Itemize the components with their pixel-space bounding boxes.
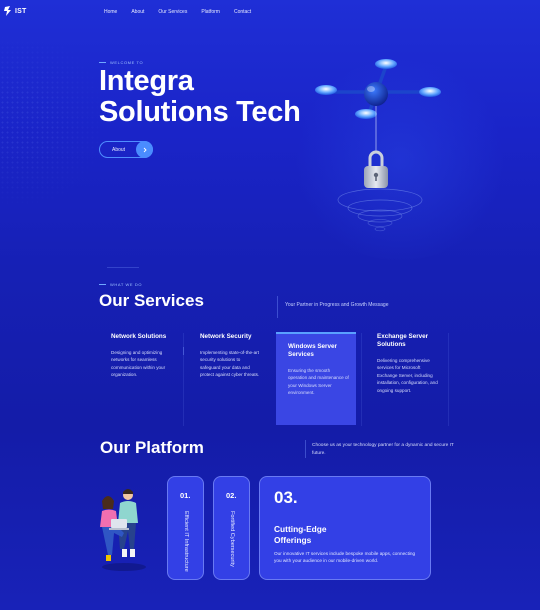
services-eyebrow-text: WHAT WE DO xyxy=(110,282,143,287)
service-title: Network Security xyxy=(200,333,252,340)
arrow-right-icon xyxy=(136,141,153,158)
hero-title-line2: Solutions Tech xyxy=(99,96,301,128)
platform-description: Choose us as your technology partner for… xyxy=(312,443,454,456)
card-label: Efficient IT Infrastructure xyxy=(183,511,189,572)
hero-title-line1: Integra xyxy=(99,65,194,97)
nav-platform[interactable]: Platform xyxy=(201,9,220,15)
service-card-exchange-server[interactable]: Exchange Server Solutions Delivering com… xyxy=(377,333,441,394)
service-text: Ensuring the smooth operation and mainte… xyxy=(288,368,349,396)
page: IST Home About Our Services Platform Con… xyxy=(0,0,540,610)
card-title-line1: Cutting-Edge xyxy=(274,524,327,534)
platform-card-cybersecurity[interactable]: 02. Fortified Cybersecurity xyxy=(213,476,250,580)
card-text: Our innovative IT services include bespo… xyxy=(274,551,416,564)
services-eyebrow: WHAT WE DO xyxy=(99,282,142,287)
platform-divider xyxy=(305,440,306,458)
card-label: Fortified Cybersecurity xyxy=(229,511,235,567)
service-card-windows-server[interactable]: Windows Server Services Ensuring the smo… xyxy=(288,343,350,397)
eyebrow-line xyxy=(99,62,106,63)
services-tagline: Your Partner in Progress and Growth Mess… xyxy=(285,302,389,308)
service-text: Implementing state-of-the-art security s… xyxy=(200,350,260,378)
platform-card-infrastructure[interactable]: 01. Efficient IT Infrastructure xyxy=(167,476,204,580)
service-card-network-solutions[interactable]: Network Solutions Designing and optimizi… xyxy=(111,333,176,379)
card-title-line2: Offerings xyxy=(274,535,312,545)
card-number: 01. xyxy=(180,491,191,500)
service-title: Windows Server Services xyxy=(288,343,337,358)
tagline-divider xyxy=(277,296,278,318)
drone-padlock-illustration xyxy=(315,59,441,232)
services-title: Our Services xyxy=(99,291,204,310)
logo-icon xyxy=(4,6,11,16)
about-button[interactable]: About xyxy=(99,141,153,158)
about-button-label: About xyxy=(112,146,126,153)
nav-contact[interactable]: Contact xyxy=(234,9,251,15)
card-number: 03. xyxy=(274,488,298,507)
section-divider xyxy=(107,267,139,268)
nav-our-services[interactable]: Our Services xyxy=(158,9,187,15)
people-with-laptop-illustration xyxy=(100,489,146,571)
nav-about[interactable]: About xyxy=(131,9,144,15)
service-text: Delivering comprehensive services for Mi… xyxy=(377,358,438,393)
service-text: Designing and optimizing networks for se… xyxy=(111,350,166,378)
platform-title: Our Platform xyxy=(100,438,204,457)
card-number: 02. xyxy=(226,491,237,500)
hero-title: Integra Solutions Tech xyxy=(99,66,301,128)
nav-home[interactable]: Home xyxy=(104,9,117,15)
eyebrow-line xyxy=(99,284,106,285)
dot-pattern xyxy=(0,20,100,220)
service-title: Network Solutions xyxy=(111,333,167,340)
brand-logo[interactable]: IST xyxy=(4,6,27,16)
platform-card-offerings[interactable]: 03. Cutting-Edge Offerings Our innovativ… xyxy=(259,476,431,580)
service-divider xyxy=(183,333,184,426)
card-title: Cutting-Edge Offerings xyxy=(274,524,327,546)
main-nav: Home About Our Services Platform Contact xyxy=(104,9,251,15)
service-title: Exchange Server Solutions xyxy=(377,333,429,348)
logo-text: IST xyxy=(15,7,27,15)
service-divider xyxy=(448,333,449,426)
service-divider xyxy=(361,333,362,426)
service-card-network-security[interactable]: Network Security Implementing state-of-t… xyxy=(200,333,262,379)
